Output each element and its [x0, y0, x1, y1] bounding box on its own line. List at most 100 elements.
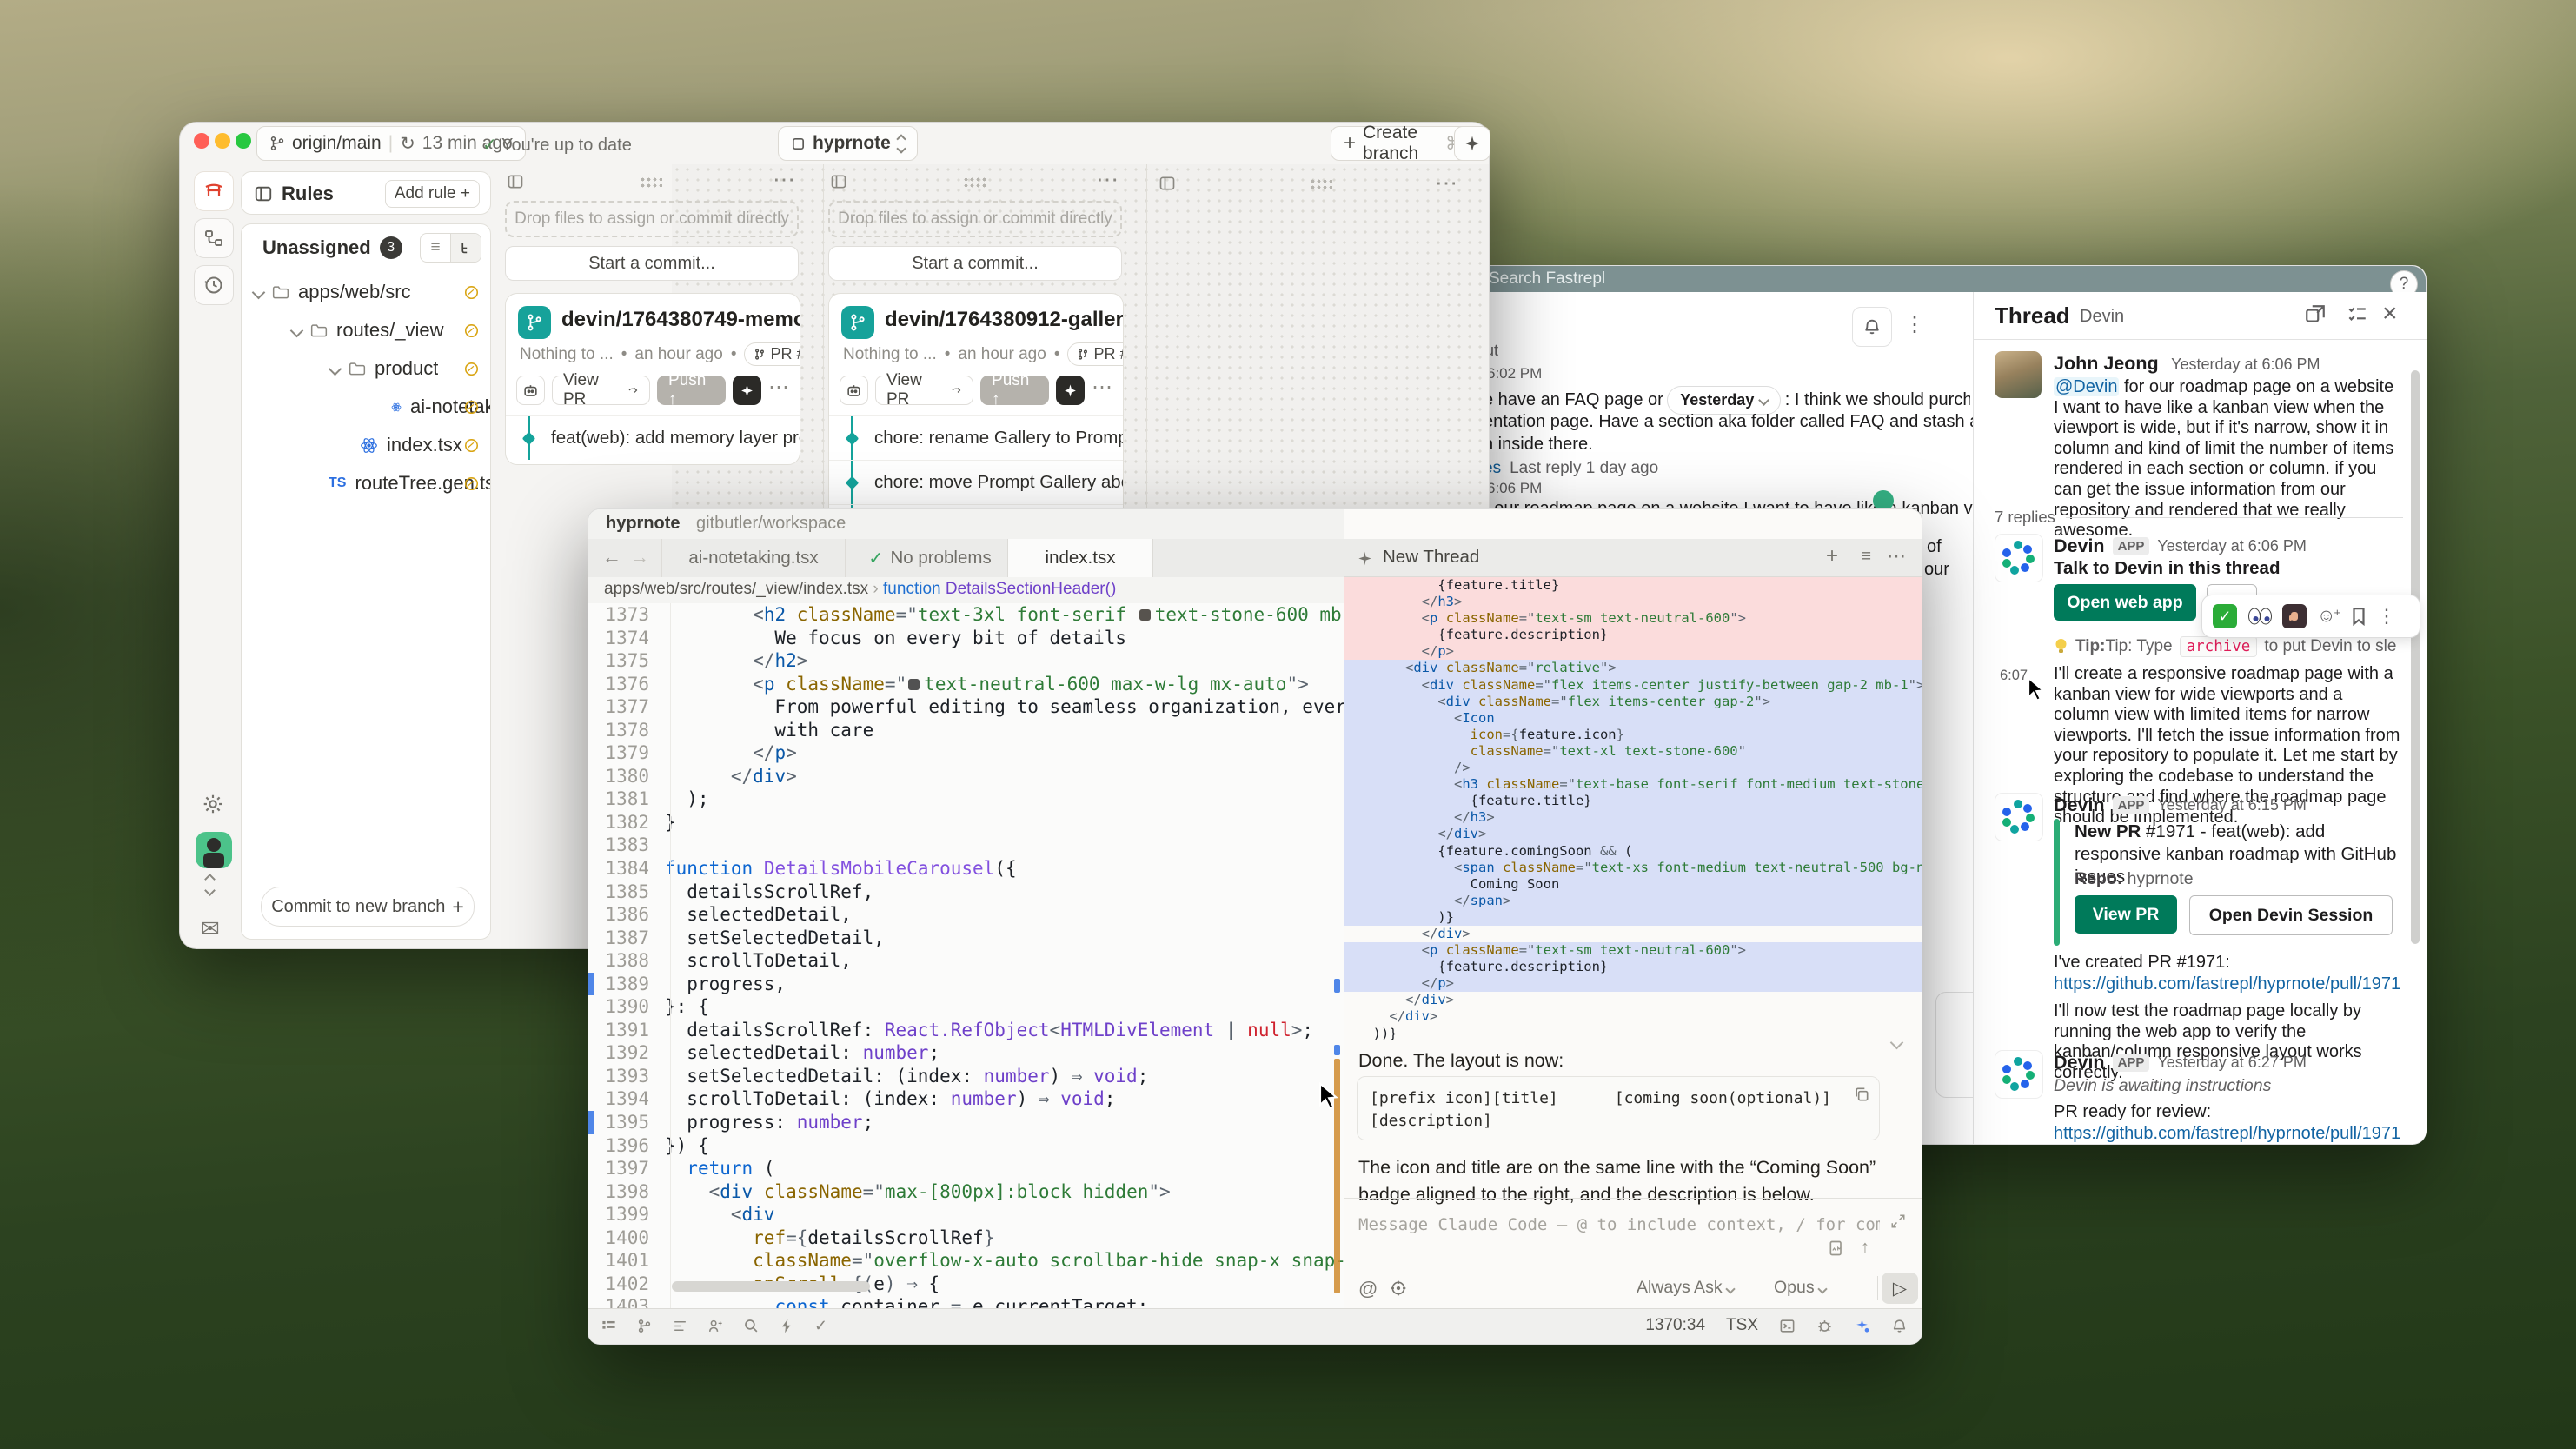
copy-icon[interactable] [1853, 1086, 1870, 1103]
message-timestamp[interactable]: 6:07 [2000, 668, 2028, 684]
lane-drag-handle[interactable] [640, 176, 662, 188]
view-toggle[interactable]: ≡ [420, 233, 481, 263]
slack-titlebar[interactable]: Search Fastrepl [1471, 266, 2426, 292]
lane-menu-icon[interactable]: ⋯ [1096, 166, 1119, 193]
ai-actions-button[interactable] [1454, 126, 1490, 161]
lane-collapse-icon[interactable] [1159, 175, 1176, 196]
pr-badge[interactable]: PR #1981 [744, 342, 800, 366]
copilot-spark-icon[interactable] [1854, 1318, 1870, 1334]
commit-item[interactable]: feat(web): add memory layer product page [506, 415, 800, 460]
commit-item[interactable]: chore: rename Gallery to Prompt Gallery … [829, 415, 1123, 460]
assign-ai-button[interactable] [840, 376, 868, 405]
ai-sparkle-button[interactable] [1056, 376, 1085, 405]
avatar[interactable] [1995, 351, 2042, 398]
zoom-button[interactable] [236, 133, 251, 149]
new-thread-icon[interactable]: + [1826, 544, 1838, 568]
push-button[interactable]: Push ↑ [657, 376, 726, 405]
tree-item-ai-notetaking-tsx[interactable]: ai-notetaking.tsx [242, 388, 490, 426]
eyes-reaction-icon[interactable] [2247, 607, 2272, 626]
sidebar-item-branches[interactable] [194, 218, 234, 258]
view-pr-button[interactable]: View PR [875, 376, 973, 405]
message-timestamp[interactable]: Yesterday at 6:06 PM [2157, 537, 2306, 555]
nav-forward-icon[interactable]: → [630, 546, 649, 568]
commit-item[interactable]: chore: move Prompt Gallery above Workflo… [829, 460, 1123, 504]
lane-drag-handle[interactable] [963, 176, 986, 188]
mention-context-icon[interactable]: @ [1358, 1278, 1378, 1300]
scroll-up-icon[interactable]: ↑ [1861, 1238, 1869, 1258]
project-name[interactable]: hyprnote [606, 514, 681, 534]
slack-search-bar[interactable]: Search Fastrepl [1489, 269, 1605, 289]
collab-icon[interactable] [707, 1318, 724, 1334]
message-timestamp[interactable]: Yesterday at 6:27 PM [2157, 1054, 2306, 1072]
minimize-button[interactable] [215, 133, 230, 149]
message-author[interactable]: John Jeong [2054, 353, 2159, 374]
diagnostics-check-icon[interactable]: ✓ [814, 1317, 827, 1335]
tab-index-active[interactable]: index.tsx [1007, 539, 1153, 577]
ai-sparkle-button[interactable] [733, 376, 761, 405]
notifications-bell-button[interactable] [1852, 307, 1892, 347]
drop-zone[interactable]: Drop files to assign or commit directly [828, 201, 1122, 237]
tree-item-index-tsx[interactable]: index.tsx [242, 426, 490, 464]
mention[interactable]: @Devin [2054, 377, 2119, 396]
pr-link[interactable]: https://github.com/fastrepl/hyprnote/pul… [2054, 1124, 2400, 1144]
message-timestamp[interactable]: Yesterday at 6:15 PM [2157, 796, 2306, 814]
tab-ai-notetaking[interactable]: ai-notetaking.tsx [661, 539, 846, 577]
view-pr-button[interactable]: View PR [2075, 895, 2177, 934]
tree-item-routetree-gen-ts[interactable]: TSrouteTree.gen.ts [242, 464, 490, 502]
project-switcher[interactable]: hyprnote [778, 126, 918, 161]
avatar[interactable] [1995, 793, 2043, 841]
agent-message-input[interactable]: Message Claude Code — @ to include conte… [1358, 1215, 1880, 1234]
message-author[interactable]: Devin [2054, 1052, 2105, 1073]
message-timestamp[interactable]: Yesterday at 6:06 PM [2171, 356, 2320, 373]
open-web-app-button[interactable]: Open web app [2054, 584, 2196, 621]
diagnostics-summary[interactable]: ✓No problems [854, 539, 1006, 577]
avatar[interactable] [1995, 534, 2043, 582]
open-in-window-icon[interactable] [2304, 303, 2327, 326]
assign-ai-button[interactable] [516, 376, 545, 405]
code-editor[interactable]: 1373 <h2 className="text-3xl font-serif … [588, 603, 1344, 1309]
tree-item-apps-web-src[interactable]: apps/web/src [242, 273, 490, 311]
git-branch-icon[interactable] [636, 1318, 653, 1334]
branch-menu-icon[interactable]: ⋯ [1092, 375, 1112, 400]
sidebar-item-history[interactable] [194, 265, 234, 305]
lane-collapse-icon[interactable] [830, 173, 847, 190]
lane-menu-icon[interactable]: ⋯ [773, 166, 795, 193]
agent-menu-icon[interactable]: ⋯ [1887, 545, 1906, 568]
outline-icon[interactable] [672, 1318, 688, 1334]
bookmark-icon[interactable] [2351, 607, 2367, 626]
check-reaction-icon[interactable]: ✓ [2213, 604, 2237, 628]
cursor-position[interactable]: 1370:34 [1645, 1316, 1705, 1335]
tree-item-routes-view[interactable]: routes/_view [242, 311, 490, 349]
view-pr-button[interactable]: View PR [552, 376, 650, 405]
quick-actions-icon[interactable] [779, 1318, 795, 1334]
lane-drag-handle[interactable] [1310, 178, 1332, 190]
tree-item-product[interactable]: product [242, 349, 490, 388]
markdown-file-icon[interactable] [1828, 1240, 1845, 1257]
tree-view-icon[interactable] [451, 234, 481, 262]
push-button[interactable]: Push ↑ [980, 376, 1049, 405]
thread-history-icon[interactable]: ≡ [1861, 547, 1871, 567]
nav-back-icon[interactable]: ← [602, 546, 621, 568]
search-icon[interactable] [743, 1318, 760, 1334]
bell-icon[interactable] [1891, 1318, 1908, 1334]
permission-mode-select[interactable]: Always Ask [1637, 1278, 1734, 1298]
terminal-icon[interactable] [1779, 1318, 1796, 1334]
target-icon[interactable] [1390, 1280, 1407, 1297]
pr-link[interactable]: https://github.com/fastrepl/hyprnote/pul… [2054, 974, 2400, 994]
scroll-to-bottom-button[interactable] [1883, 1029, 1909, 1055]
pr-badge[interactable]: PR #1982 [1067, 342, 1124, 366]
avatar[interactable] [1995, 1050, 2043, 1099]
start-commit-button[interactable]: Start a commit... [505, 246, 799, 281]
lane-collapse-icon[interactable] [507, 173, 524, 190]
date-divider-pill[interactable]: Yesterday [1667, 386, 1781, 415]
sidebar-item-workspace[interactable] [194, 171, 234, 211]
panel-dock-icon[interactable] [601, 1318, 617, 1334]
close-icon[interactable]: × [2382, 299, 2398, 329]
send-button[interactable]: ▷ [1882, 1273, 1918, 1304]
add-rule-button[interactable]: Add rule + [385, 180, 480, 208]
expand-input-icon[interactable] [1890, 1213, 1906, 1229]
statusbar-left-icons[interactable]: ✓ [601, 1317, 827, 1335]
more-options-icon[interactable]: ⋮ [1904, 312, 1925, 337]
more-options-icon[interactable]: ⋮ [2377, 605, 2396, 628]
thread-scrollbar[interactable] [2411, 370, 2420, 944]
